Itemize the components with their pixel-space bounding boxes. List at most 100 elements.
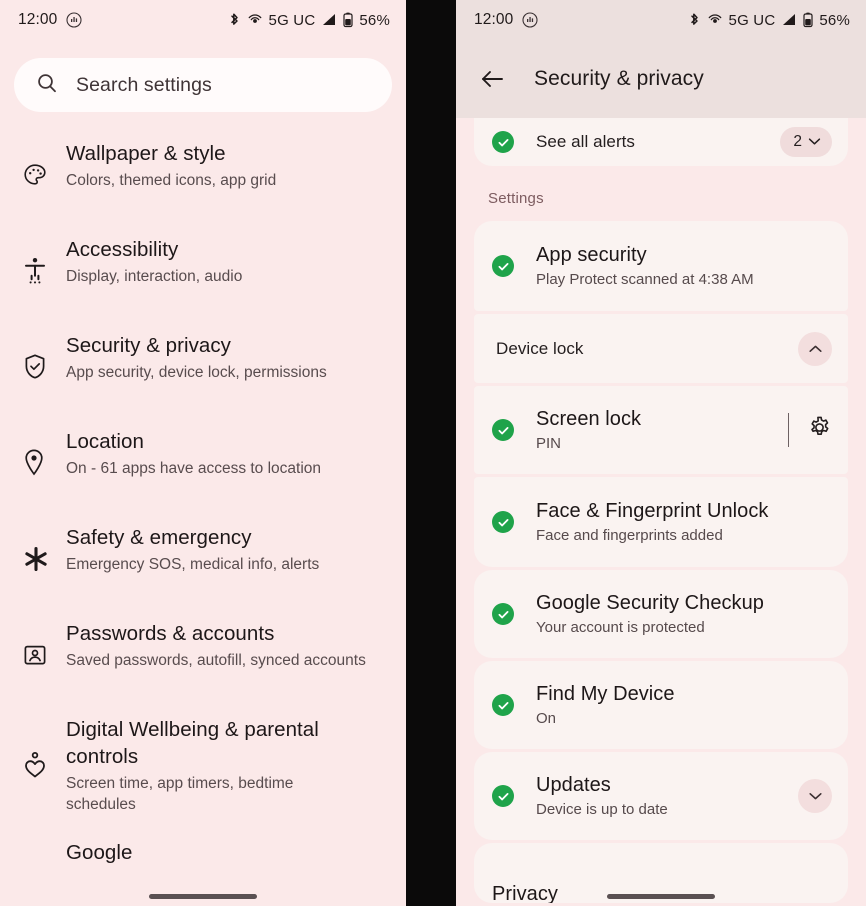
sidebar-item-title: Location bbox=[66, 430, 144, 453]
location-pin-icon bbox=[22, 448, 66, 478]
sidebar-item-safety-emergency[interactable]: Safety & emergency Emergency SOS, medica… bbox=[0, 522, 406, 596]
wellbeing-heart-icon bbox=[22, 750, 66, 780]
green-check-icon bbox=[492, 419, 514, 441]
see-all-alerts-card[interactable]: See all alerts 2 bbox=[474, 118, 848, 166]
card-title: Updates bbox=[536, 774, 611, 796]
page-title: Security & privacy bbox=[534, 67, 704, 90]
gesture-nav-bar-left[interactable] bbox=[0, 894, 406, 899]
vibrate-circle-icon bbox=[66, 12, 82, 28]
status-bar-right: 12:00 5G UC 56% bbox=[456, 0, 866, 40]
card-title: Face & Fingerprint Unlock bbox=[536, 500, 769, 522]
green-check-icon bbox=[492, 694, 514, 716]
asterisk-icon bbox=[22, 545, 66, 573]
person-card-icon bbox=[22, 642, 66, 668]
hotspot-icon bbox=[707, 12, 723, 28]
gesture-nav-bar-right[interactable] bbox=[456, 894, 866, 899]
search-placeholder: Search settings bbox=[76, 73, 212, 96]
search-input[interactable]: Search settings bbox=[14, 58, 392, 112]
card-title: Screen lock bbox=[536, 408, 642, 430]
battery-label: 56% bbox=[359, 11, 390, 29]
back-arrow-icon[interactable] bbox=[472, 59, 512, 99]
app-bar: Security & privacy bbox=[456, 40, 866, 118]
chevron-down-icon[interactable] bbox=[798, 779, 832, 813]
scroll-content[interactable]: See all alerts 2 Settings App security P… bbox=[456, 118, 866, 906]
sidebar-item-subtitle: App security, device lock, permissions bbox=[66, 364, 327, 381]
card-title: See all alerts bbox=[536, 132, 635, 151]
sidebar-item-title: Passwords & accounts bbox=[66, 622, 275, 645]
card-title: Google Security Checkup bbox=[536, 592, 764, 614]
sidebar-item-title: Wallpaper & style bbox=[66, 142, 226, 165]
card-title: Find My Device bbox=[536, 683, 675, 705]
card-title: Device lock bbox=[496, 338, 584, 358]
settings-list: Wallpaper & style Colors, themed icons, … bbox=[0, 138, 406, 906]
card-google-security-checkup[interactable]: Google Security Checkup Your account is … bbox=[474, 570, 848, 658]
sidebar-item-passwords-accounts[interactable]: Passwords & accounts Saved passwords, au… bbox=[0, 618, 406, 692]
status-bar-time: 12:00 bbox=[18, 11, 58, 28]
sidebar-item-subtitle: Display, interaction, audio bbox=[66, 268, 243, 285]
hotspot-icon bbox=[247, 12, 263, 28]
card-app-security[interactable]: App security Play Protect scanned at 4:3… bbox=[474, 221, 848, 311]
signal-icon bbox=[781, 13, 797, 27]
sidebar-item-subtitle: On - 61 apps have access to location bbox=[66, 460, 322, 477]
battery-icon bbox=[803, 12, 813, 28]
battery-icon bbox=[343, 12, 353, 28]
sidebar-item-title: Safety & emergency bbox=[66, 526, 252, 549]
status-bar-left: 12:00 5G UC 56% bbox=[0, 0, 406, 40]
right-phone-panel: 12:00 5G UC 56% Security & privacy See a… bbox=[456, 0, 866, 906]
card-find-my-device[interactable]: Find My Device On bbox=[474, 661, 848, 749]
sidebar-item-subtitle: Emergency SOS, medical info, alerts bbox=[66, 556, 320, 573]
accessibility-icon bbox=[22, 256, 66, 286]
gesture-handle[interactable] bbox=[149, 894, 257, 899]
green-check-icon bbox=[492, 255, 514, 277]
card-face-fingerprint-unlock[interactable]: Face & Fingerprint Unlock Face and finge… bbox=[474, 477, 848, 567]
card-screen-lock[interactable]: Screen lock PIN bbox=[474, 386, 848, 474]
bluetooth-icon bbox=[688, 12, 701, 29]
battery-label: 56% bbox=[819, 11, 850, 29]
sidebar-item-title: Digital Wellbeing & parental controls bbox=[66, 718, 319, 768]
alerts-count-badge[interactable]: 2 bbox=[780, 127, 832, 157]
gear-icon[interactable] bbox=[807, 415, 832, 445]
card-subtitle: Device is up to date bbox=[536, 801, 668, 818]
sidebar-item-location[interactable]: Location On - 61 apps have access to loc… bbox=[0, 426, 406, 500]
sidebar-item-accessibility[interactable]: Accessibility Display, interaction, audi… bbox=[0, 234, 406, 308]
left-phone-panel: 12:00 5G UC 56% Search settings Wallpape… bbox=[0, 0, 406, 906]
card-title: App security bbox=[536, 244, 647, 266]
card-subtitle: On bbox=[536, 710, 557, 727]
signal-icon bbox=[321, 13, 337, 27]
green-check-icon bbox=[492, 785, 514, 807]
card-subtitle: Face and fingerprints added bbox=[536, 527, 723, 544]
sidebar-item-security-privacy[interactable]: Security & privacy App security, device … bbox=[0, 330, 406, 404]
sidebar-item-subtitle: Saved passwords, autofill, synced accoun… bbox=[66, 652, 366, 669]
status-bar-time: 12:00 bbox=[474, 11, 514, 28]
card-device-lock-header[interactable]: Device lock bbox=[474, 314, 848, 383]
green-check-icon bbox=[492, 603, 514, 625]
card-title: Privacy bbox=[492, 883, 558, 903]
card-subtitle: Play Protect scanned at 4:38 AM bbox=[536, 271, 754, 288]
dual-phone-screenshot: 12:00 5G UC 56% Search settings Wallpape… bbox=[0, 0, 866, 906]
card-updates[interactable]: Updates Device is up to date bbox=[474, 752, 848, 840]
chevron-down-icon bbox=[808, 133, 821, 151]
network-label: 5G UC bbox=[268, 11, 316, 29]
badge-count: 2 bbox=[793, 133, 802, 150]
sidebar-item-subtitle: Colors, themed icons, app grid bbox=[66, 172, 277, 189]
bluetooth-icon bbox=[228, 12, 241, 29]
card-subtitle: PIN bbox=[536, 435, 562, 452]
green-check-icon bbox=[492, 131, 514, 153]
network-label: 5G UC bbox=[728, 11, 776, 29]
sidebar-item-title: Security & privacy bbox=[66, 334, 231, 357]
card-subtitle: Your account is protected bbox=[536, 619, 705, 636]
vibrate-circle-icon bbox=[522, 12, 538, 28]
sidebar-item-subtitle: Screen time, app timers, bedtime schedul… bbox=[66, 775, 294, 813]
vertical-divider bbox=[788, 413, 789, 447]
section-label-settings: Settings bbox=[488, 190, 544, 207]
sidebar-item-title: Google bbox=[66, 841, 133, 864]
sidebar-item-wallpaper-style[interactable]: Wallpaper & style Colors, themed icons, … bbox=[0, 138, 406, 212]
chevron-up-icon[interactable] bbox=[798, 331, 832, 366]
gesture-handle[interactable] bbox=[607, 894, 715, 899]
sidebar-item-digital-wellbeing[interactable]: Digital Wellbeing & parental controls Sc… bbox=[0, 714, 406, 815]
palette-icon bbox=[22, 162, 66, 188]
panel-divider bbox=[406, 0, 456, 906]
green-check-icon bbox=[492, 511, 514, 533]
search-icon bbox=[36, 72, 58, 99]
shield-check-icon bbox=[22, 353, 66, 381]
